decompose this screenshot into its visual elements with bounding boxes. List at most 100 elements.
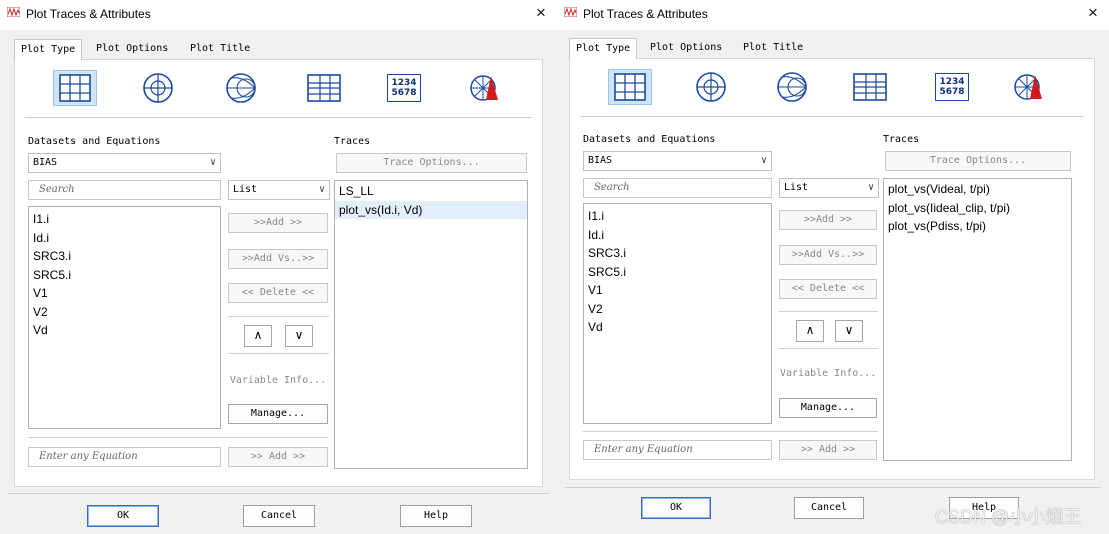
equation-placeholder: Enter any Equation <box>594 444 693 455</box>
footer-divider <box>565 487 1101 488</box>
manage-button[interactable]: Manage... <box>779 398 877 418</box>
list-item[interactable]: V1 <box>584 281 771 300</box>
list-item[interactable]: Vd <box>29 321 220 340</box>
move-up-button[interactable]: ∧ <box>796 320 824 342</box>
list-item[interactable]: LS_LL <box>335 182 527 201</box>
list-table-icon[interactable] <box>302 70 346 106</box>
tabular-icon-line-1: 1234 <box>391 78 417 88</box>
delete-button[interactable]: << Delete << <box>228 283 328 303</box>
smith-chart-icon[interactable] <box>770 69 814 105</box>
trace-options-button[interactable]: Trace Options... <box>336 153 527 173</box>
plot-traces-dialog-left: Plot Traces & Attributes × Plot Type Plo… <box>0 0 557 534</box>
view-mode-dropdown[interactable]: List ∨ <box>779 178 879 198</box>
equation-input[interactable]: Enter any Equation <box>28 447 221 467</box>
add-vs-button[interactable]: >>Add Vs..>> <box>228 249 328 269</box>
tab-plot-type[interactable]: Plot Type <box>14 39 83 60</box>
traces-label: Traces <box>883 134 920 145</box>
list-item[interactable]: SRC3.i <box>29 247 220 266</box>
list-item[interactable]: plot_vs(Id.i, Vd) <box>335 200 527 219</box>
window-title: Plot Traces & Attributes <box>26 7 151 21</box>
datasets-label: Datasets and Equations <box>28 136 161 147</box>
smith-chart-icon[interactable] <box>219 70 263 106</box>
help-button[interactable]: Help <box>400 505 472 527</box>
dataset-value: BIAS <box>588 155 613 166</box>
app-waveform-icon <box>7 7 20 17</box>
polar-plot-icon[interactable] <box>136 70 180 106</box>
ok-button[interactable]: OK <box>641 497 711 519</box>
app-waveform-icon <box>564 7 577 17</box>
variable-info-button[interactable]: Variable Info... <box>228 371 328 391</box>
list-item[interactable]: I1.i <box>584 207 771 226</box>
chevron-down-icon: ∨ <box>318 184 325 195</box>
title-bar: Plot Traces & Attributes × <box>557 0 1109 30</box>
list-item[interactable]: Vd <box>584 318 771 337</box>
equation-placeholder: Enter any Equation <box>39 451 138 462</box>
icon-row-divider <box>25 117 532 118</box>
add-vs-button[interactable]: >>Add Vs..>> <box>779 245 877 265</box>
list-item[interactable]: SRC5.i <box>584 263 771 282</box>
list-item[interactable]: SRC5.i <box>29 266 220 285</box>
plot-type-panel: 1234 5678 Datasets and Equations BIAS ∨ … <box>14 59 543 487</box>
list-item[interactable]: V1 <box>29 284 220 303</box>
list-item[interactable]: plot_vs(Iideal_clip, t/pi) <box>884 199 1071 218</box>
divider <box>28 437 328 438</box>
tab-plot-options[interactable]: Plot Options <box>90 39 174 60</box>
list-table-icon[interactable] <box>848 69 892 105</box>
equation-input[interactable]: Enter any Equation <box>583 440 772 460</box>
trace-options-button[interactable]: Trace Options... <box>885 151 1071 171</box>
search-input[interactable]: Search <box>28 180 221 200</box>
antenna-plot-icon[interactable] <box>463 70 507 106</box>
move-down-button[interactable]: ∨ <box>285 325 313 347</box>
tabular-data-icon[interactable]: 1234 5678 <box>930 69 974 105</box>
window-title: Plot Traces & Attributes <box>583 7 708 21</box>
add-button[interactable]: >>Add >> <box>779 210 877 230</box>
traces-list[interactable]: LS_LL plot_vs(Id.i, Vd) <box>334 180 528 469</box>
list-item[interactable]: Id.i <box>584 226 771 245</box>
equation-add-button[interactable]: >> Add >> <box>228 447 328 467</box>
polar-plot-icon[interactable] <box>689 69 733 105</box>
list-item[interactable]: I1.i <box>29 210 220 229</box>
delete-button[interactable]: << Delete << <box>779 279 877 299</box>
tab-plot-options[interactable]: Plot Options <box>644 38 728 59</box>
variable-info-button[interactable]: Variable Info... <box>779 364 877 384</box>
tab-plot-title[interactable]: Plot Title <box>184 39 256 60</box>
close-button[interactable]: × <box>1083 3 1103 23</box>
close-button[interactable]: × <box>531 3 551 23</box>
equation-add-button[interactable]: >> Add >> <box>779 440 877 460</box>
chevron-down-icon: ∨ <box>867 182 874 193</box>
rectangular-plot-icon[interactable] <box>53 70 97 106</box>
list-item[interactable]: plot_vs(Videal, t/pi) <box>884 180 1071 199</box>
rectangular-plot-icon[interactable] <box>608 69 652 105</box>
plot-type-panel: 1234 5678 Datasets and Equations BIAS ∨ … <box>569 58 1095 480</box>
manage-button[interactable]: Manage... <box>228 404 328 424</box>
antenna-plot-icon[interactable] <box>1007 69 1051 105</box>
icon-row-divider <box>580 116 1084 117</box>
divider <box>583 431 878 432</box>
list-item[interactable]: SRC3.i <box>584 244 771 263</box>
list-item[interactable]: Id.i <box>29 229 220 248</box>
datasets-label: Datasets and Equations <box>583 134 716 145</box>
ok-button[interactable]: OK <box>87 505 159 527</box>
search-input[interactable]: Search <box>583 178 772 198</box>
list-item[interactable]: V2 <box>29 303 220 322</box>
dataset-dropdown[interactable]: BIAS ∨ <box>28 153 221 173</box>
move-down-button[interactable]: ∨ <box>835 320 863 342</box>
chevron-down-icon: ∨ <box>209 157 216 168</box>
add-button[interactable]: >>Add >> <box>228 213 328 233</box>
traces-list[interactable]: plot_vs(Videal, t/pi) plot_vs(Iideal_cli… <box>883 178 1072 461</box>
list-item[interactable]: plot_vs(Pdiss, t/pi) <box>884 217 1071 236</box>
tab-plot-type[interactable]: Plot Type <box>569 38 638 59</box>
list-item[interactable]: V2 <box>584 300 771 319</box>
move-up-button[interactable]: ∧ <box>244 325 272 347</box>
variables-list[interactable]: I1.i Id.i SRC3.i SRC5.i V1 V2 Vd <box>28 206 221 429</box>
dataset-dropdown[interactable]: BIAS ∨ <box>583 151 772 171</box>
tab-plot-title[interactable]: Plot Title <box>737 38 809 59</box>
plot-traces-dialog-right: Plot Traces & Attributes × Plot Type Plo… <box>557 0 1109 534</box>
tabular-icon-line-1: 1234 <box>939 77 965 87</box>
variables-list[interactable]: I1.i Id.i SRC3.i SRC5.i V1 V2 Vd <box>583 203 772 424</box>
divider <box>228 316 329 317</box>
view-mode-dropdown[interactable]: List ∨ <box>228 180 330 200</box>
cancel-button[interactable]: Cancel <box>243 505 315 527</box>
cancel-button[interactable]: Cancel <box>794 497 864 519</box>
tabular-data-icon[interactable]: 1234 5678 <box>382 70 426 106</box>
